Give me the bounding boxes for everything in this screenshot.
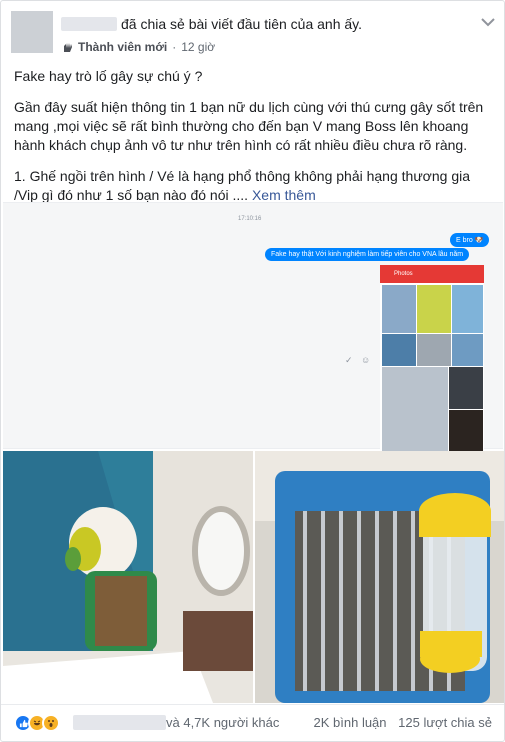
photo-thumbnail [452,285,483,333]
post-time[interactable]: 12 giờ [181,40,215,54]
photos-title: Photos [380,265,484,283]
waving-hand-icon [64,43,72,52]
post-header: đã chia sẻ bài viết đầu tiên của anh ấy.… [11,11,496,57]
post-footer: và 4,7K người khác 2K bình luận 125 lượt… [1,704,504,741]
photo-thumbnail [452,334,483,366]
photo-thumbnail [382,285,416,333]
avatar[interactable] [11,11,53,53]
comments-count[interactable]: 2K bình luận [314,715,387,730]
feed-post: đã chia sẻ bài viết đầu tiên của anh ấy.… [0,0,505,742]
photo-thumbnail [382,334,416,366]
dog-on-plane-image [3,451,253,703]
chat-bubble: Fake hay thật Với kinh nghiệm làm tiếp v… [265,248,470,261]
photo-thumbnail [449,367,483,409]
post-paragraph-list: 1. Ghế ngồi trên hình / Vé là hạng phổ t… [14,168,471,203]
reaction-summary[interactable] [14,714,60,732]
photo-thumbnail [449,410,483,453]
photo-thumbnail [417,334,451,366]
blurred-author-name[interactable] [61,17,117,31]
post-text: Fake hay trò lố gây sự chú ý ? Gần đây s… [14,67,494,217]
wow-reaction-icon [42,714,60,732]
reaction-icons: ✓ ☺ [345,355,374,365]
pet-carrier-photo[interactable] [255,451,504,703]
chat-bubble: E bro 🐶 [450,233,490,247]
chat-timestamp: 17:10:16 [238,216,262,222]
post-paragraph: Gần đây suất hiện thông tin 1 bạn nữ du … [14,99,484,153]
badge-label: Thành viên mới [78,40,168,54]
new-member-badge[interactable]: Thành viên mới [61,40,167,54]
post-title: Fake hay trò lố gây sự chú ý ? [14,68,203,84]
photos-panel: Photos [380,265,484,453]
pet-carrier-image [255,451,504,703]
chat-screenshot-image[interactable]: 17:10:16 E bro 🐶 Fake hay thật Với kinh … [3,202,503,453]
blurred-reactor-names[interactable] [73,715,166,730]
engagement-stats: 2K bình luận 125 lượt chia sẻ [306,715,492,730]
photo-thumbnail [417,285,451,333]
post-meta: Thành viên mới · 12 giờ [61,40,215,54]
photo-thumbnail [382,367,448,453]
see-more-link[interactable]: Xem thêm [252,187,316,203]
reactors-count[interactable]: và 4,7K người khác [166,715,279,730]
share-text: đã chia sẻ bài viết đầu tiên của anh ấy. [121,16,363,32]
airplane-dog-photo[interactable] [3,451,253,703]
shares-count[interactable]: 125 lượt chia sẻ [398,715,492,730]
chevron-down-icon[interactable] [480,17,496,27]
